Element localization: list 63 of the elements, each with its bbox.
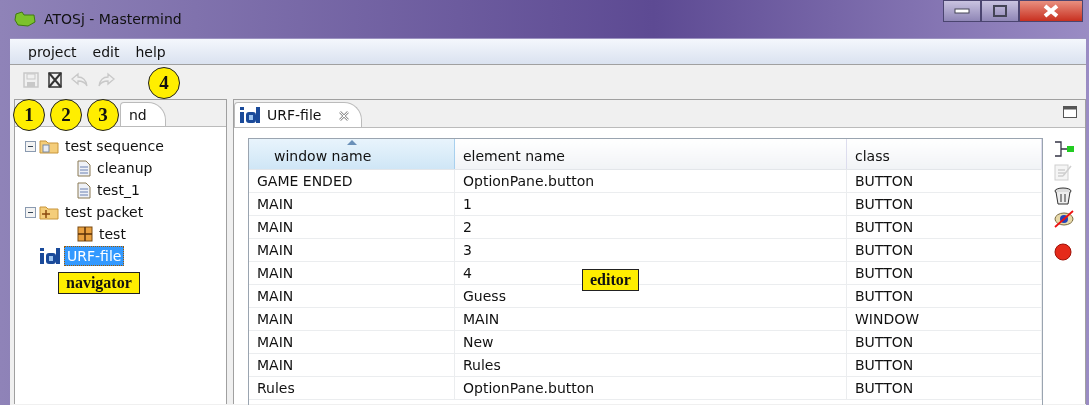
table-cell: MAIN [454,307,847,331]
table-cell: BUTTON [846,215,1042,239]
tree-item[interactable]: test packet [62,202,147,222]
column-header[interactable]: element name [454,139,847,170]
table-cell: 2 [454,215,847,239]
table-cell: New [454,330,847,354]
maximize-button[interactable] [981,0,1019,22]
table-cell: MAIN [249,215,455,239]
table-cell: Rules [454,353,847,377]
minimize-button[interactable] [943,0,981,22]
collapse-toggle[interactable] [25,140,36,152]
table-cell: BUTTON [846,376,1042,400]
document-icon [77,159,91,177]
delete-icon[interactable] [46,71,64,89]
grid-icon [77,226,93,242]
table-cell: BUTTON [846,238,1042,262]
table-cell: BUTTON [846,169,1042,193]
close-icon[interactable] [338,110,350,122]
tree-item[interactable]: cleanup [94,158,156,178]
menu-item[interactable]: help [135,43,166,60]
maximize-icon[interactable] [1063,106,1077,118]
document-icon [77,181,91,199]
navigator-tab[interactable]: nd [120,102,166,126]
tree-item[interactable]: test sequence [62,136,167,156]
maximize-icon [993,5,1007,17]
column-header[interactable]: window name [249,139,455,170]
editor-tab[interactable]: URF-file [234,102,363,127]
table-cell: MAIN [249,353,455,377]
table-cell: BUTTON [846,192,1042,216]
table-cell: MAIN [249,238,455,262]
table-cell: MAIN [249,192,455,216]
table-cell: MAIN [249,261,455,285]
id-icon [239,106,261,124]
table-cell: MAIN [249,330,455,354]
table-cell: OptionPane.button [454,169,847,193]
table-cell: BUTTON [846,353,1042,377]
table-cell: MAIN [249,307,455,331]
table-cell: 3 [454,238,847,262]
label-callout: navigator [58,272,140,294]
table-cell: OptionPane.button [454,376,847,400]
menu-item[interactable]: project [28,43,77,60]
close-icon [1042,4,1060,18]
folder-icon [39,138,59,154]
column-header[interactable]: class [846,139,1042,170]
window-title: ATOSj - Mastermind [44,11,182,27]
table-cell: WINDOW [846,307,1042,331]
table-cell: BUTTON [846,284,1042,308]
menu-item[interactable]: edit [92,43,120,60]
sort-arrow-icon [346,140,357,145]
table-cell: Rules [249,376,455,400]
close-button[interactable] [1019,0,1083,22]
table-cell: 1 [454,192,847,216]
table-cell: BUTTON [846,261,1042,285]
label-callout: editor [582,269,639,291]
minimize-icon [954,8,970,14]
id-icon [39,247,61,265]
tree-item[interactable]: test [96,224,129,244]
table-cell: MAIN [249,284,455,308]
folder-icon [39,204,59,220]
table-cell: BUTTON [846,330,1042,354]
collapse-toggle[interactable] [25,206,36,218]
tree-item[interactable]: test_1 [94,180,143,200]
table-cell: GAME ENDED [249,169,455,193]
